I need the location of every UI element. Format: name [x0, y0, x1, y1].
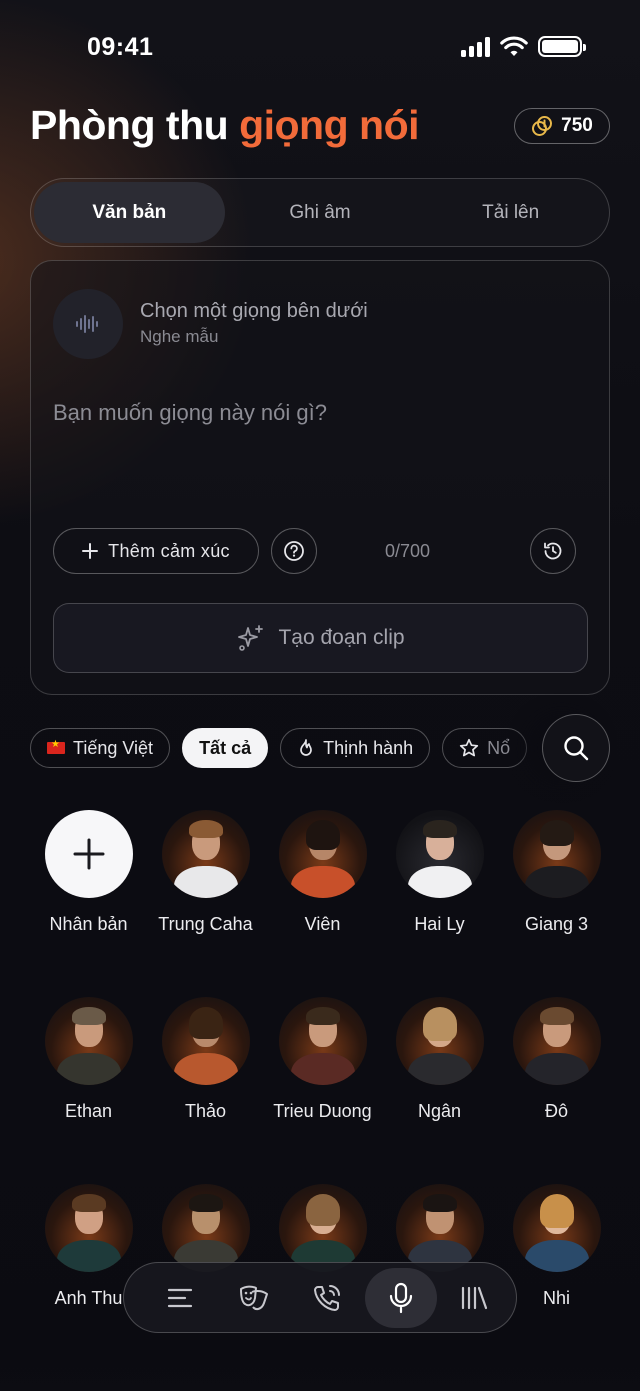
bottom-fade [0, 1350, 640, 1391]
voice-avatar [395, 1184, 484, 1272]
selected-voice-avatar[interactable] [53, 289, 123, 359]
theater-masks-icon [239, 1285, 268, 1310]
add-emotion-label: Thêm cảm xúc [108, 540, 230, 561]
sparkles-icon [238, 625, 264, 651]
microphone-icon [389, 1282, 412, 1313]
voice-preview-label: Nghe mẫu [140, 327, 219, 346]
help-button[interactable] [271, 528, 317, 574]
voice-avatar [278, 1184, 367, 1272]
voice-avatar [395, 997, 484, 1085]
filter-trending-label: Thịnh hành [323, 737, 414, 758]
voice-avatar [161, 997, 250, 1085]
text-input[interactable]: Bạn muốn giọng này nói gì? [53, 400, 327, 426]
plus-icon [73, 838, 104, 870]
tab-upload[interactable]: Tải lên [415, 182, 606, 243]
voice-avatar [161, 810, 250, 898]
voice-name: Hai Ly [414, 914, 465, 934]
filter-featured-label: Nổ [487, 737, 511, 758]
add-emotion-button[interactable]: Thêm cảm xúc [53, 528, 259, 574]
mode-tabs: Văn bản Ghi âm Tải lên [30, 178, 610, 247]
voice-avatar [395, 810, 484, 898]
voice-avatar [512, 810, 601, 898]
history-button[interactable] [530, 528, 576, 574]
status-time: 09:41 [87, 33, 154, 61]
phone-call-icon [314, 1284, 340, 1311]
create-clip-button[interactable]: Tạo đoạn clip [53, 603, 588, 673]
waveform-icon [76, 315, 98, 333]
voice-name: Thảo [184, 1101, 227, 1121]
library-icon [461, 1286, 488, 1309]
voice-avatar [278, 810, 367, 898]
wifi-icon [500, 36, 528, 56]
language-chip[interactable]: Tiếng Việt [30, 728, 171, 768]
battery-icon [538, 36, 586, 57]
nav-voice-studio[interactable] [364, 1267, 437, 1328]
voice-item[interactable]: Ngân [381, 997, 498, 1184]
credits-count: 750 [561, 115, 593, 136]
filter-trending-chip[interactable]: Thịnh hành [280, 728, 431, 768]
nav-characters[interactable] [218, 1268, 290, 1328]
voice-picker-title[interactable]: Chọn một giọng bên dưới [140, 300, 368, 323]
voice-avatar [512, 997, 601, 1085]
star-icon [460, 738, 479, 757]
voice-name: Viên [304, 914, 341, 934]
char-counter: 0/700 [385, 541, 431, 561]
voice-item[interactable]: Đô [498, 997, 615, 1184]
title-main: Phòng thu [30, 102, 229, 148]
tab-text[interactable]: Văn bản [34, 182, 225, 243]
credits-badge[interactable]: 750 [514, 108, 610, 144]
tab-record[interactable]: Ghi âm [225, 182, 416, 243]
status-icons [461, 36, 586, 57]
voice-name: Ngân [417, 1101, 462, 1121]
filter-all-chip[interactable]: Tất cả [182, 728, 269, 768]
add-voice-avatar [44, 810, 133, 898]
clone-voice-item[interactable]: Nhân bản [30, 810, 147, 997]
voice-item[interactable]: Ethan [30, 997, 147, 1184]
filter-all-label: Tất cả [199, 737, 252, 758]
voice-item[interactable]: Trung Caha [147, 810, 264, 997]
voice-item[interactable]: Trieu Duong [264, 997, 381, 1184]
voice-item[interactable]: Thảo [147, 997, 264, 1184]
voice-avatar [278, 997, 367, 1085]
menu-icon [167, 1288, 193, 1307]
voice-item[interactable]: Hai Ly [381, 810, 498, 997]
question-icon [284, 541, 304, 561]
voice-name: Trung Caha [158, 914, 253, 934]
flame-icon [300, 739, 312, 756]
cellular-signal-icon [461, 36, 490, 57]
coins-icon [532, 116, 553, 136]
voice-avatar [44, 997, 133, 1085]
page-title: Phòng thu giọng nói [30, 102, 420, 149]
nav-library[interactable] [438, 1268, 510, 1328]
voice-item[interactable]: Viên [264, 810, 381, 997]
voice-avatar [512, 1184, 601, 1272]
nav-menu[interactable] [144, 1268, 216, 1328]
voice-item[interactable]: Nhi [498, 1184, 615, 1371]
vietnam-flag-icon [47, 739, 65, 754]
filter-featured-chip[interactable]: Nổ [442, 728, 528, 768]
voice-name: Ethan [64, 1101, 113, 1121]
voice-name: Đô [544, 1101, 568, 1121]
plus-icon [82, 543, 99, 559]
nav-calls[interactable] [291, 1268, 363, 1328]
voice-name: Nhi [542, 1288, 570, 1308]
search-icon [564, 736, 589, 761]
create-clip-label: Tạo đoạn clip [278, 626, 405, 649]
title-accent: giọng nói [239, 102, 420, 148]
voice-name: Giang 3 [524, 914, 589, 934]
filter-chips: Tiếng Việt Tất cả Thịnh hành Nổ [30, 728, 610, 770]
bottom-nav [123, 1262, 517, 1333]
composer-card: Chọn một giọng bên dưới Nghe mẫu Bạn muố… [30, 260, 610, 695]
voice-avatar [44, 1184, 133, 1272]
voice-name: Trieu Duong [273, 1101, 372, 1121]
search-button[interactable] [542, 714, 610, 782]
history-icon [544, 542, 562, 560]
language-label: Tiếng Việt [73, 737, 154, 758]
voice-avatar [161, 1184, 250, 1272]
voice-item[interactable]: Giang 3 [498, 810, 615, 997]
voice-name: Nhân bản [49, 914, 128, 934]
